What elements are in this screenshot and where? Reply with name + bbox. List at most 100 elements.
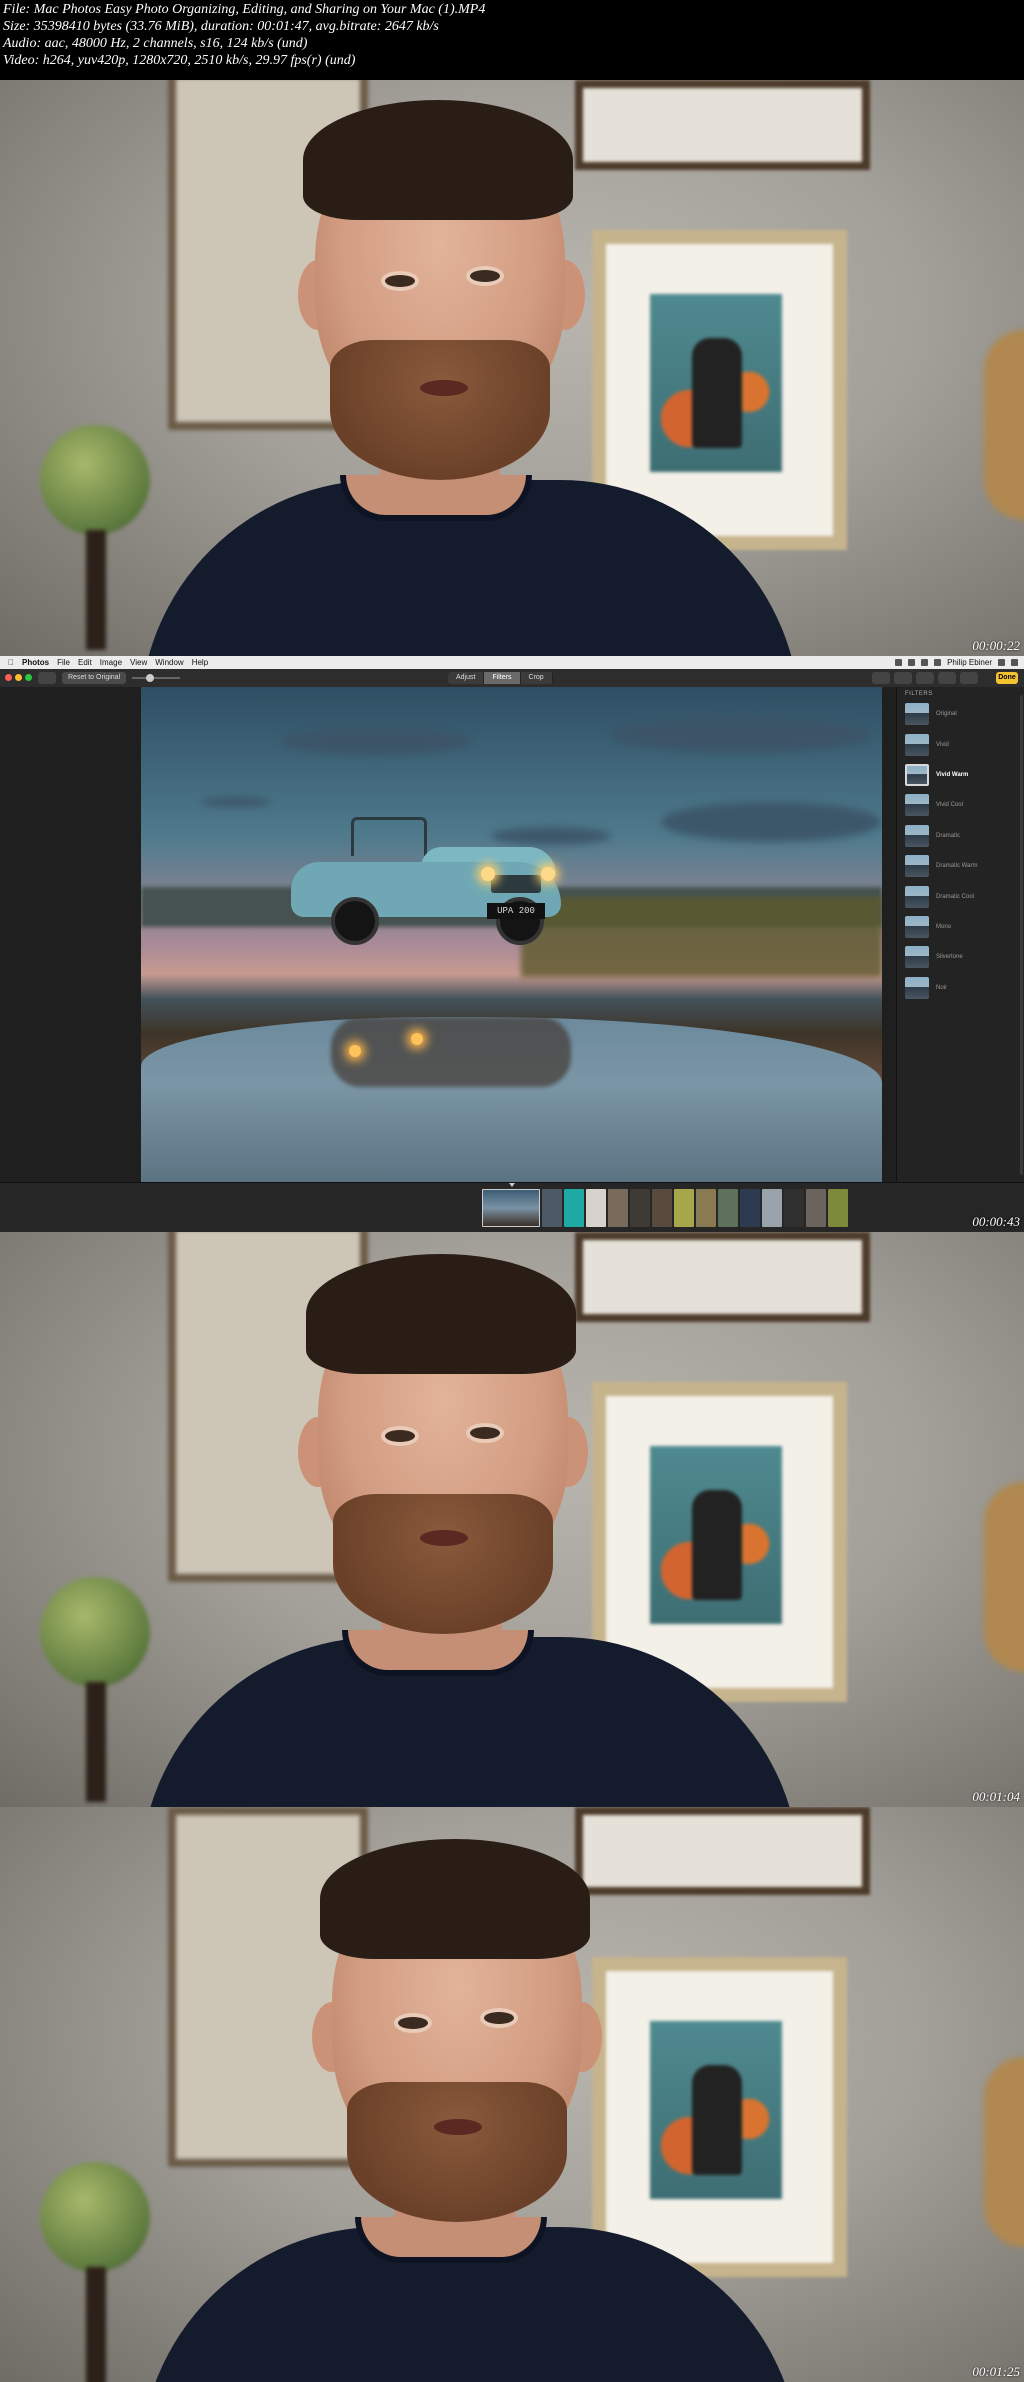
menu-bar:  Photos File Edit Image View Window Hel… <box>0 656 1024 669</box>
timestamp: 00:01:25 <box>972 2364 1020 2379</box>
frame-presenter-3: 00:01:25 <box>0 1807 1024 2382</box>
audio-line: Audio: aac, 48000 Hz, 2 channels, s16, 1… <box>3 36 308 51</box>
car: UPA 200 <box>291 817 561 945</box>
timestamp: 00:00:43 <box>972 1214 1020 1229</box>
info-icon[interactable] <box>872 672 890 684</box>
filter-item-noir[interactable]: Noir <box>897 973 1024 1003</box>
license-plate: UPA 200 <box>487 903 545 919</box>
filter-item-vivid-cool[interactable]: Vivid Cool <box>897 790 1024 820</box>
reset-to-original-button[interactable]: Reset to Original <box>62 672 127 684</box>
filter-label: Vivid Warm <box>936 771 969 778</box>
presenter <box>0 1232 1024 1807</box>
presenter <box>0 80 1024 656</box>
filter-item-dramatic-cool[interactable]: Dramatic Cool <box>897 881 1024 911</box>
filter-thumbnail <box>905 733 929 756</box>
filmstrip-thumb[interactable] <box>586 1189 606 1227</box>
filmstrip-thumb[interactable] <box>762 1189 782 1227</box>
tab-crop[interactable]: Crop <box>521 672 553 684</box>
zoom-button[interactable] <box>25 674 32 681</box>
filmstrip-thumb[interactable] <box>542 1189 562 1227</box>
file-line: File: Mac Photos Easy Photo Organizing, … <box>3 2 486 17</box>
video-info-header: File: Mac Photos Easy Photo Organizing, … <box>0 0 1024 80</box>
filter-label: Silvertone <box>936 954 963 961</box>
extensions-icon[interactable] <box>960 672 978 684</box>
filter-item-mono[interactable]: Mono <box>897 912 1024 942</box>
filter-thumbnail <box>905 824 929 847</box>
filmstrip-thumb[interactable] <box>806 1189 826 1227</box>
filmstrip-thumb[interactable] <box>564 1189 584 1227</box>
filmstrip <box>0 1182 1024 1232</box>
filter-thumbnail <box>905 915 929 938</box>
tab-adjust[interactable]: Adjust <box>448 672 485 684</box>
minimize-button[interactable] <box>15 674 22 681</box>
filmstrip-thumb[interactable] <box>652 1189 672 1227</box>
video-line: Video: h264, yuv420p, 1280x720, 2510 kb/… <box>3 53 356 68</box>
filmstrip-thumb[interactable] <box>828 1189 848 1227</box>
filter-label: Mono <box>936 923 952 930</box>
filmstrip-thumb[interactable] <box>630 1189 650 1227</box>
edit-mode-tabs: Adjust Filters Crop <box>448 672 553 684</box>
rotate-icon[interactable] <box>916 672 934 684</box>
favorite-icon[interactable] <box>894 672 912 684</box>
menu-view[interactable]: View <box>130 656 147 669</box>
filter-thumbnail <box>905 855 929 878</box>
filter-label: Dramatic Warm <box>936 863 978 870</box>
filters-panel: FILTERS Original Vivid Vivid Warm Vivid Coo… <box>896 687 1024 1182</box>
battery-icon[interactable] <box>934 659 942 666</box>
tab-filters[interactable]: Filters <box>484 672 521 684</box>
menu-image[interactable]: Image <box>100 656 122 669</box>
menu-help[interactable]: Help <box>192 656 208 669</box>
left-pane <box>0 687 141 1182</box>
user-name[interactable]: Philip Ebiner <box>947 656 992 669</box>
filter-item-dramatic-warm[interactable]: Dramatic Warm <box>897 851 1024 881</box>
scrollbar[interactable] <box>1020 695 1023 1175</box>
status-icon[interactable] <box>908 659 916 666</box>
filters-title: FILTERS <box>905 691 933 697</box>
zoom-slider[interactable] <box>132 674 180 682</box>
filter-label: Vivid Cool <box>936 802 963 809</box>
filter-item-original[interactable]: Original <box>897 699 1024 729</box>
filmstrip-thumb[interactable] <box>482 1189 540 1227</box>
menu-window[interactable]: Window <box>155 656 183 669</box>
filter-label: Noir <box>936 984 948 991</box>
filter-label: Dramatic Cool <box>936 893 975 900</box>
status-icon[interactable] <box>895 659 903 666</box>
size-line: Size: 35398410 bytes (33.76 MiB), durati… <box>3 19 439 34</box>
timestamp: 00:00:22 <box>972 638 1020 653</box>
filmstrip-thumb[interactable] <box>674 1189 694 1227</box>
wifi-icon[interactable] <box>921 659 929 666</box>
filmstrip-thumb[interactable] <box>784 1189 804 1227</box>
filmstrip-thumb[interactable] <box>740 1189 760 1227</box>
toolbar: Reset to Original Adjust Filters Crop Do… <box>0 669 1024 688</box>
filter-label: Original <box>936 711 957 718</box>
filter-label: Vivid <box>936 741 949 748</box>
edited-photo[interactable]: UPA 200 <box>141 687 882 1182</box>
apple-icon[interactable]:  <box>8 656 14 669</box>
filter-thumbnail <box>905 703 929 726</box>
filter-thumbnail <box>905 885 929 908</box>
filmstrip-thumb[interactable] <box>696 1189 716 1227</box>
enhance-icon[interactable] <box>938 672 956 684</box>
filter-item-silvertone[interactable]: Silvertone <box>897 942 1024 972</box>
close-button[interactable] <box>5 674 12 681</box>
filmstrip-thumb[interactable] <box>608 1189 628 1227</box>
timestamp: 00:01:04 <box>972 1789 1020 1804</box>
filter-item-vivid-warm[interactable]: Vivid Warm <box>897 760 1024 790</box>
presenter <box>0 1807 1024 2382</box>
menu-file[interactable]: File <box>57 656 70 669</box>
list-icon[interactable] <box>1011 659 1018 666</box>
filter-thumbnail <box>905 946 929 969</box>
filter-item-vivid[interactable]: Vivid <box>897 729 1024 759</box>
frame-photos-app:  Photos File Edit Image View Window Hel… <box>0 656 1024 1232</box>
filter-label: Dramatic <box>936 832 961 839</box>
filter-thumbnail <box>905 794 929 817</box>
done-button[interactable]: Done <box>996 672 1018 684</box>
back-icon[interactable] <box>38 672 56 684</box>
search-icon[interactable] <box>998 659 1005 666</box>
frame-presenter-2: 00:01:04 <box>0 1232 1024 1807</box>
filmstrip-thumb[interactable] <box>718 1189 738 1227</box>
filter-item-dramatic[interactable]: Dramatic <box>897 821 1024 851</box>
menu-edit[interactable]: Edit <box>78 656 92 669</box>
frame-presenter-1: 00:00:22 <box>0 80 1024 656</box>
menu-photos[interactable]: Photos <box>22 656 49 669</box>
